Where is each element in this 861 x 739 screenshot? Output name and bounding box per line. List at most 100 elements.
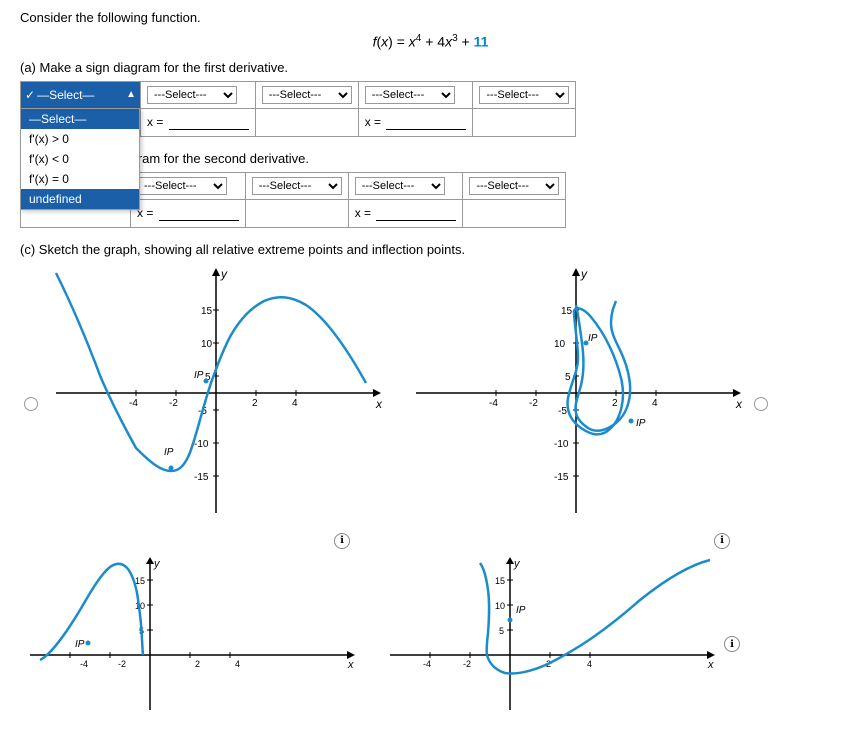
- bottom-right-graph: y x 15 10 5 -4 -2 2 4: [380, 555, 720, 715]
- svg-text:y: y: [220, 267, 228, 281]
- svg-text:x: x: [707, 659, 714, 671]
- part-a-label: (a) Make a sign diagram for the first de…: [20, 60, 841, 75]
- svg-text:IP: IP: [75, 639, 85, 650]
- svg-text:2: 2: [195, 659, 200, 669]
- svg-text:15: 15: [561, 306, 573, 317]
- part-b-x1-cell[interactable]: x =: [131, 199, 246, 227]
- part-b-select-3[interactable]: ---Select--- f''(x) > 0 f''(x) < 0 f''(x…: [252, 177, 342, 195]
- radio-top-left[interactable]: [24, 397, 38, 411]
- part-b-select-4[interactable]: ---Select--- f''(x) > 0 f''(x) < 0 f''(x…: [355, 177, 445, 195]
- part-a-select-2[interactable]: ---Select--- f'(x) > 0 f'(x) < 0 f'(x) =…: [147, 86, 237, 104]
- svg-text:-5: -5: [558, 406, 567, 417]
- svg-text:x: x: [735, 397, 743, 411]
- svg-text:4: 4: [292, 398, 298, 409]
- part-b-x2-cell[interactable]: x =: [348, 199, 463, 227]
- part-a-dropdown-5-cell[interactable]: ---Select--- f'(x) > 0 f'(x) < 0 f'(x) =…: [473, 81, 576, 108]
- svg-text:-2: -2: [463, 659, 471, 669]
- svg-text:x: x: [347, 659, 354, 671]
- menu-item-select[interactable]: —Select—: [21, 109, 139, 129]
- top-right-radio-area: [750, 393, 772, 418]
- part-b-dropdown-2-cell[interactable]: ---Select--- f''(x) > 0 f''(x) < 0 f''(x…: [131, 172, 246, 199]
- svg-text:-10: -10: [554, 439, 569, 450]
- svg-text:5: 5: [499, 626, 504, 636]
- svg-text:IP: IP: [516, 605, 526, 616]
- top-graphs-row: y x 15 10 5 -5 -10 -15 -4 -2: [20, 263, 841, 523]
- svg-text:-4: -4: [129, 398, 138, 409]
- info-icon-right[interactable]: ℹ: [714, 533, 730, 549]
- part-a-dropdown-1-menu[interactable]: —Select— f'(x) > 0 f'(x) < 0 f'(x) = 0 u…: [20, 108, 140, 210]
- svg-text:-4: -4: [489, 398, 498, 409]
- part-a-empty-3: [473, 108, 576, 136]
- part-a-x1-input[interactable]: [169, 115, 249, 130]
- part-a-x2-cell[interactable]: x =: [358, 108, 473, 136]
- top-left-graph: y x 15 10 5 -5 -10 -15 -4 -2: [46, 263, 386, 523]
- svg-text:y: y: [513, 558, 521, 570]
- part-a-x2-label: x =: [365, 115, 381, 129]
- part-a-dropdown-2-cell[interactable]: ---Select--- f'(x) > 0 f'(x) < 0 f'(x) =…: [141, 81, 256, 108]
- svg-text:2: 2: [612, 398, 618, 409]
- radio-top-right[interactable]: [754, 397, 768, 411]
- svg-text:-15: -15: [554, 472, 569, 483]
- part-a-select-3[interactable]: ---Select--- f'(x) > 0 f'(x) < 0 f'(x) =…: [262, 86, 352, 104]
- part-a-x2-input[interactable]: [386, 115, 466, 130]
- part-a-x1-cell[interactable]: x =: [141, 108, 256, 136]
- part-a-table: ✓ —Select— ▲ —Select— f'(x) > 0 f'(x) < …: [20, 81, 576, 137]
- bottom-left-graph-container: y x 15 10 5 -4 -2 2 4: [20, 555, 360, 715]
- part-b-dropdown-4-cell[interactable]: ---Select--- f''(x) > 0 f''(x) < 0 f''(x…: [348, 172, 463, 199]
- bottom-left-graph: y x 15 10 5 -4 -2 2 4: [20, 555, 360, 715]
- part-c-section: (c) Sketch the graph, showing all relati…: [20, 242, 841, 715]
- menu-item-fzero[interactable]: f'(x) = 0: [21, 169, 139, 189]
- part-b-select-5[interactable]: ---Select--- f''(x) > 0 f''(x) < 0 f''(x…: [469, 177, 559, 195]
- part-a-dropdown-4-cell[interactable]: ---Select--- f'(x) > 0 f'(x) < 0 f'(x) =…: [358, 81, 473, 108]
- menu-item-fneg[interactable]: f'(x) < 0: [21, 149, 139, 169]
- part-a-section: (a) Make a sign diagram for the first de…: [20, 60, 841, 137]
- svg-text:5: 5: [565, 372, 571, 383]
- part-a-select-5[interactable]: ---Select--- f'(x) > 0 f'(x) < 0 f'(x) =…: [479, 86, 569, 104]
- top-right-graph-container: y x 15 10 5 -5 -10 -15 -4 -2: [406, 263, 772, 523]
- part-a-select-4[interactable]: ---Select--- f'(x) > 0 f'(x) < 0 f'(x) =…: [365, 86, 455, 104]
- part-b-x2-label: x =: [355, 206, 371, 220]
- svg-text:15: 15: [495, 576, 505, 586]
- part-a-x1-label: x =: [147, 115, 163, 129]
- part-c-label: (c) Sketch the graph, showing all relati…: [20, 242, 841, 257]
- menu-item-undef[interactable]: undefined: [21, 189, 139, 209]
- part-a-empty-2: [255, 108, 358, 136]
- svg-text:IP: IP: [164, 447, 174, 458]
- part-b-x1-input[interactable]: [159, 206, 239, 221]
- svg-text:4: 4: [652, 398, 658, 409]
- info-icon-left[interactable]: ℹ: [334, 533, 350, 549]
- top-right-graph: y x 15 10 5 -5 -10 -15 -4 -2: [406, 263, 746, 523]
- info-icon-bottom-right[interactable]: ℹ: [724, 636, 740, 652]
- svg-text:-10: -10: [194, 439, 209, 450]
- svg-text:-2: -2: [169, 398, 178, 409]
- bottom-graphs-row: y x 15 10 5 -4 -2 2 4: [20, 555, 841, 715]
- svg-text:IP: IP: [588, 333, 598, 344]
- part-b-dropdown-5-cell[interactable]: ---Select--- f''(x) > 0 f''(x) < 0 f''(x…: [463, 172, 566, 199]
- svg-text:10: 10: [554, 339, 566, 350]
- part-b-x2-input[interactable]: [376, 206, 456, 221]
- top-left-graph-container: y x 15 10 5 -5 -10 -15 -4 -2: [20, 263, 386, 523]
- part-a-select-1-value: —Select—: [37, 88, 94, 102]
- menu-item-fpos[interactable]: f'(x) > 0: [21, 129, 139, 149]
- svg-text:15: 15: [201, 306, 213, 317]
- svg-text:10: 10: [495, 601, 505, 611]
- part-b-empty-2: [245, 199, 348, 227]
- part-a-dropdown-1-cell[interactable]: ✓ —Select— ▲ —Select— f'(x) > 0 f'(x) < …: [21, 81, 141, 108]
- info-icons-row: ℹ ℹ: [20, 533, 841, 549]
- part-a-dropdown-3-cell[interactable]: ---Select--- f'(x) > 0 f'(x) < 0 f'(x) =…: [255, 81, 358, 108]
- svg-text:15: 15: [135, 576, 145, 586]
- part-b-label: (b) Make a sign diagram for the second d…: [20, 151, 841, 166]
- checkmark-icon: ✓: [25, 88, 35, 102]
- svg-text:IP: IP: [194, 370, 204, 381]
- part-b-select-2[interactable]: ---Select--- f''(x) > 0 f''(x) < 0 f''(x…: [137, 177, 227, 195]
- svg-text:x: x: [375, 397, 383, 411]
- bottom-right-graph-container: y x 15 10 5 -4 -2 2 4: [380, 555, 740, 715]
- svg-text:-15: -15: [194, 472, 209, 483]
- svg-text:-4: -4: [423, 659, 431, 669]
- part-b-empty-3: [463, 199, 566, 227]
- part-b-section: (b) Make a sign diagram for the second d…: [20, 151, 841, 228]
- dropdown-arrow-icon: ▲: [126, 89, 136, 100]
- svg-text:IP: IP: [636, 418, 646, 429]
- part-b-dropdown-3-cell[interactable]: ---Select--- f''(x) > 0 f''(x) < 0 f''(x…: [245, 172, 348, 199]
- intro-text: Consider the following function.: [20, 10, 841, 25]
